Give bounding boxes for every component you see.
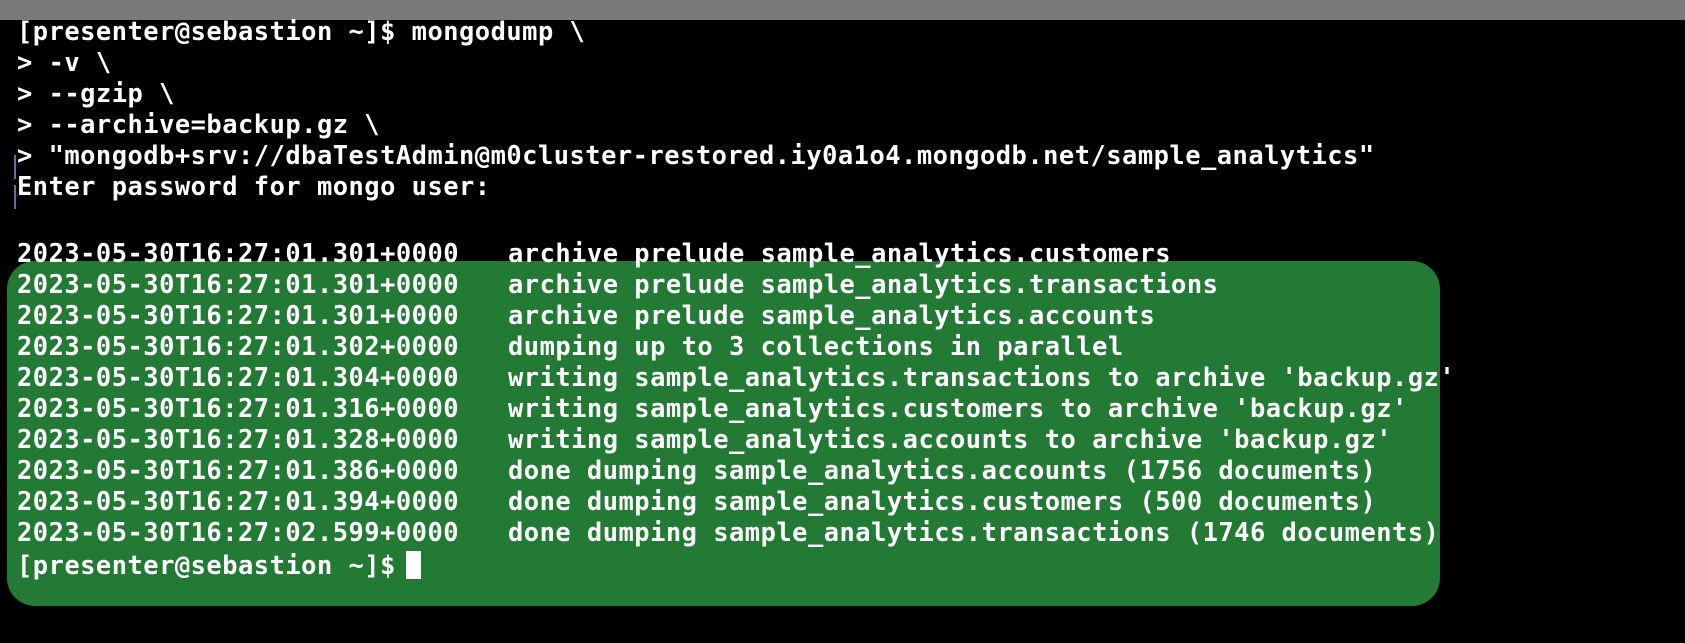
log-line: 2023-05-30T16:27:01.316+0000 writing samp… <box>17 393 1408 424</box>
log-timestamp: 2023-05-30T16:27:02.599+0000 <box>17 517 460 547</box>
log-timestamp: 2023-05-30T16:27:01.302+0000 <box>17 331 460 361</box>
log-line: 2023-05-30T16:27:01.386+0000 done dumping… <box>17 455 1376 486</box>
log-message: writing sample_analytics.customers to ar… <box>508 393 1408 423</box>
log-timestamp: 2023-05-30T16:27:01.301+0000 <box>17 300 460 330</box>
log-message: writing sample_analytics.accounts to arc… <box>508 424 1393 454</box>
log-line: 2023-05-30T16:27:01.302+0000 dumping up t… <box>17 331 1124 362</box>
command-line: > --gzip \ <box>17 78 175 108</box>
log-line: 2023-05-30T16:27:01.301+0000 archive prel… <box>17 269 1218 300</box>
log-message: writing sample_analytics.transactions to… <box>508 362 1456 392</box>
log-message: done dumping sample_analytics.customers … <box>508 486 1377 516</box>
log-timestamp: 2023-05-30T16:27:01.394+0000 <box>17 486 460 516</box>
log-line: 2023-05-30T16:27:01.304+0000 writing samp… <box>17 362 1455 393</box>
command-line: [presenter@sebastion ~]$ mongodump \ <box>17 16 586 46</box>
log-timestamp: 2023-05-30T16:27:01.301+0000 <box>17 238 460 268</box>
line-marker <box>14 185 16 209</box>
shell-prompt: [presenter@sebastion ~]$ <box>17 550 396 580</box>
log-line: 2023-05-30T16:27:02.599+0000 done dumping… <box>17 517 1439 548</box>
password-prompt: Enter password for mongo user: <box>17 171 491 201</box>
line-marker <box>14 155 16 179</box>
log-timestamp: 2023-05-30T16:27:01.328+0000 <box>17 424 460 454</box>
log-line: 2023-05-30T16:27:01.301+0000 archive prel… <box>17 300 1155 331</box>
log-timestamp: 2023-05-30T16:27:01.316+0000 <box>17 393 460 423</box>
terminal-window[interactable]: [presenter@sebastion ~]$ mongodump \ > -… <box>0 16 1685 643</box>
log-timestamp: 2023-05-30T16:27:01.386+0000 <box>17 455 460 485</box>
log-message: done dumping sample_analytics.transactio… <box>508 517 1440 547</box>
log-message: archive prelude sample_analytics.custome… <box>508 238 1172 268</box>
log-message: dumping up to 3 collections in parallel <box>508 331 1124 361</box>
log-line: 2023-05-30T16:27:01.328+0000 writing samp… <box>17 424 1392 455</box>
command-line: > -v \ <box>17 47 112 77</box>
log-timestamp: 2023-05-30T16:27:01.304+0000 <box>17 362 460 392</box>
log-line: 2023-05-30T16:27:01.394+0000 done dumping… <box>17 486 1376 517</box>
command-line: > "mongodb+srv://dbaTestAdmin@m0cluster-… <box>17 140 1375 170</box>
log-message: archive prelude sample_analytics.transac… <box>508 269 1219 299</box>
text-cursor <box>405 551 421 579</box>
shell-prompt-line[interactable]: [presenter@sebastion ~]$ <box>17 550 421 581</box>
command-line: > --archive=backup.gz \ <box>17 109 381 139</box>
log-timestamp: 2023-05-30T16:27:01.301+0000 <box>17 269 460 299</box>
log-message: archive prelude sample_analytics.account… <box>508 300 1156 330</box>
log-message: done dumping sample_analytics.accounts (… <box>508 455 1377 485</box>
log-line: 2023-05-30T16:27:01.301+0000 archive prel… <box>17 238 1171 269</box>
